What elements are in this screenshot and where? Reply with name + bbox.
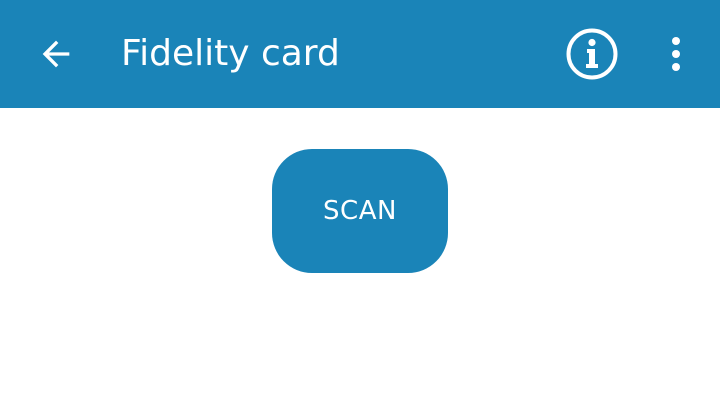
scan-button[interactable]: SCAN — [272, 149, 448, 273]
info-button[interactable] — [562, 24, 622, 84]
more-options-button[interactable] — [652, 24, 700, 84]
back-button[interactable] — [26, 24, 86, 84]
more-vert-icon — [672, 37, 680, 71]
info-icon — [566, 28, 618, 80]
page-title: Fidelity card — [121, 33, 340, 74]
arrow-back-icon — [42, 40, 70, 68]
app-bar: Fidelity card — [0, 0, 720, 108]
app-screen: Fidelity card SCAN — [0, 0, 720, 400]
